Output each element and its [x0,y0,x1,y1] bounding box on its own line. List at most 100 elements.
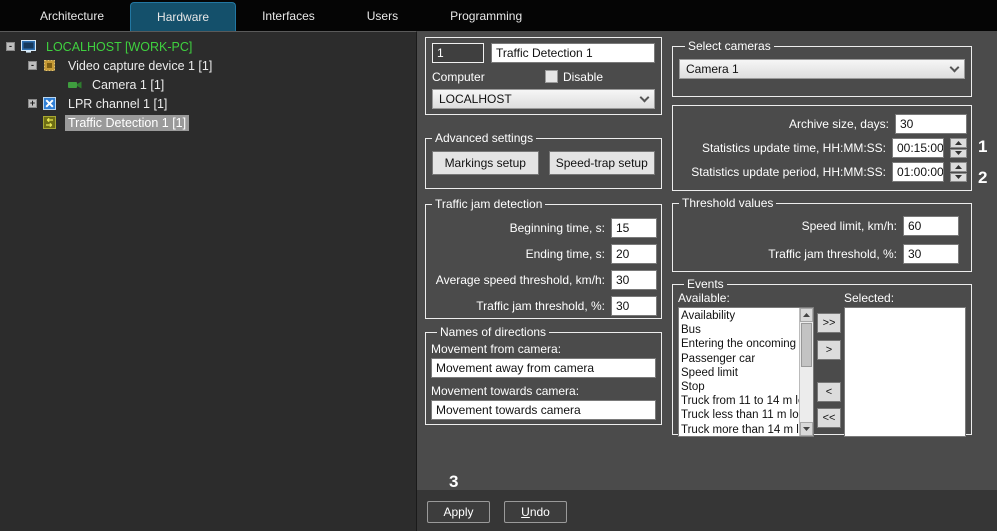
tree-item-label: LOCALHOST [WORK-PC] [43,39,195,55]
spinner-up-icon[interactable] [950,138,967,148]
selected-events-listbox[interactable] [844,307,966,437]
collapse-icon[interactable]: - [6,42,15,51]
computer-dropdown-value: LOCALHOST [439,92,512,106]
tab-users[interactable]: Users [341,0,424,31]
list-item[interactable]: Truck more than 14 m lc [681,423,797,437]
top-tab-bar: Architecture Hardware Interfaces Users P… [0,0,997,31]
beginning-time-field[interactable]: 15 [611,218,657,238]
events-group: Events Available: Availability Bus Enter… [672,277,972,435]
movement-from-camera-field[interactable]: Movement away from camera [431,358,656,378]
threshold-values-group: Threshold values Speed limit, km/h: 60 T… [672,196,972,272]
list-item[interactable]: Truck from 11 to 14 m lo [681,394,797,408]
tree-item-label: LPR channel 1 [1] [65,96,170,112]
tree-item-traffic-detection[interactable]: Traffic Detection 1 [1] [0,113,416,132]
scrollbar-thumb[interactable] [801,323,812,367]
archive-size-label: Archive size, days: [789,117,889,131]
list-item[interactable]: Truck less than 11 m lor [681,408,797,422]
traffic-jam-threshold-field[interactable]: 30 [611,296,657,316]
movement-from-camera-label: Movement from camera: [431,342,656,356]
chevron-down-icon [950,62,960,72]
archive-size-field[interactable]: 30 [895,114,967,134]
statistics-update-time-field[interactable]: 00:15:00 [892,138,944,158]
markings-setup-button[interactable]: Markings setup [432,151,539,175]
camera-dropdown[interactable]: Camera 1 [679,59,965,79]
spinner-up-icon[interactable] [950,162,967,172]
list-item[interactable]: Passenger car [681,352,797,366]
traffic-jam-threshold-pct-label: Traffic jam threshold, %: [768,247,897,261]
object-name-field[interactable]: Traffic Detection 1 [491,43,655,63]
advanced-settings-group: Advanced settings Markings setup Speed-t… [425,131,662,189]
tab-programming[interactable]: Programming [424,0,548,31]
available-events-listbox[interactable]: Availability Bus Entering the oncoming l… [678,307,814,437]
traffic-jam-detection-group: Traffic jam detection Beginning time, s:… [425,197,662,319]
tree-item-label: Traffic Detection 1 [1] [65,115,189,131]
traffic-detection-icon [43,116,60,129]
events-title: Events [684,277,727,291]
tree-item-localhost[interactable]: - LOCALHOST [WORK-PC] [0,37,416,56]
chevron-down-icon [640,92,650,102]
statistics-update-period-spinner[interactable] [950,162,967,182]
statistics-update-period-field[interactable]: 01:00:00 [892,162,944,182]
movement-towards-camera-field[interactable]: Movement towards camera [431,400,656,420]
tree-item-label: Camera 1 [1] [89,77,167,93]
undo-button-rest: ndo [530,505,550,519]
traffic-jam-detection-title: Traffic jam detection [432,197,545,211]
tab-architecture[interactable]: Architecture [14,0,130,31]
statistics-update-period-label: Statistics update period, HH:MM:SS: [691,165,886,179]
settings-panel: 1 Traffic Detection 1 Computer Disable L… [417,31,997,490]
list-item[interactable]: Availability [681,309,797,323]
capture-device-icon [43,59,60,72]
spinner-down-icon[interactable] [950,173,967,183]
ending-time-label: Ending time, s: [526,247,605,261]
camera-icon [67,80,84,90]
speed-limit-field[interactable]: 60 [903,216,959,236]
collapse-icon[interactable]: - [28,61,37,70]
scroll-up-icon[interactable] [800,308,813,322]
tree-item-video-capture-device[interactable]: - Video capture device 1 [1] [0,56,416,75]
speed-trap-setup-button[interactable]: Speed-trap setup [549,151,656,175]
list-item[interactable]: Stop [681,380,797,394]
annotation-3: 3 [449,472,458,492]
computer-icon [21,40,38,53]
list-item[interactable]: Entering the oncoming la [681,337,797,351]
average-speed-threshold-label: Average speed threshold, km/h: [436,273,605,287]
tree-item-lpr-channel[interactable]: + LPR channel 1 [1] [0,94,416,113]
list-item[interactable]: Bus [681,323,797,337]
annotation-1: 1 [978,137,987,157]
threshold-values-title: Threshold values [679,196,776,210]
tab-hardware[interactable]: Hardware [130,2,236,31]
traffic-jam-threshold-pct-field[interactable]: 30 [903,244,959,264]
object-id-field[interactable]: 1 [432,43,484,63]
spinner-down-icon[interactable] [950,149,967,159]
vertical-scrollbar[interactable] [799,308,813,436]
list-item[interactable]: Speed limit [681,366,797,380]
speed-limit-label: Speed limit, km/h: [802,219,897,233]
tab-interfaces[interactable]: Interfaces [236,0,341,31]
names-of-directions-title: Names of directions [437,325,549,339]
ending-time-field[interactable]: 20 [611,244,657,264]
move-all-left-button[interactable]: << [817,408,841,428]
select-cameras-title: Select cameras [685,39,774,53]
average-speed-threshold-field[interactable]: 30 [611,270,657,290]
tree-item-label: Video capture device 1 [1] [65,58,215,74]
statistics-update-time-spinner[interactable] [950,138,967,158]
disable-label: Disable [563,70,603,84]
traffic-jam-threshold-label: Traffic jam threshold, %: [476,299,605,313]
disable-checkbox[interactable] [545,70,558,83]
lpr-channel-icon [43,97,60,110]
expand-icon[interactable]: + [28,99,37,108]
apply-button[interactable]: Apply [427,501,490,523]
move-all-right-button[interactable]: >> [817,313,841,333]
camera-dropdown-value: Camera 1 [686,62,739,76]
computer-dropdown[interactable]: LOCALHOST [432,89,655,109]
move-left-button[interactable]: < [817,382,841,402]
scroll-down-icon[interactable] [800,422,813,436]
undo-button[interactable]: Undo [504,501,567,523]
expander-slot [28,118,37,127]
names-of-directions-group: Names of directions Movement from camera… [425,325,662,425]
tree-item-camera[interactable]: Camera 1 [1] [0,75,416,94]
hardware-tree-panel: - LOCALHOST [WORK-PC] - Video capture de… [0,31,417,531]
move-right-button[interactable]: > [817,340,841,360]
expander-slot [52,80,61,89]
statistics-group: Archive size, days: 30 Statistics update… [672,105,972,191]
